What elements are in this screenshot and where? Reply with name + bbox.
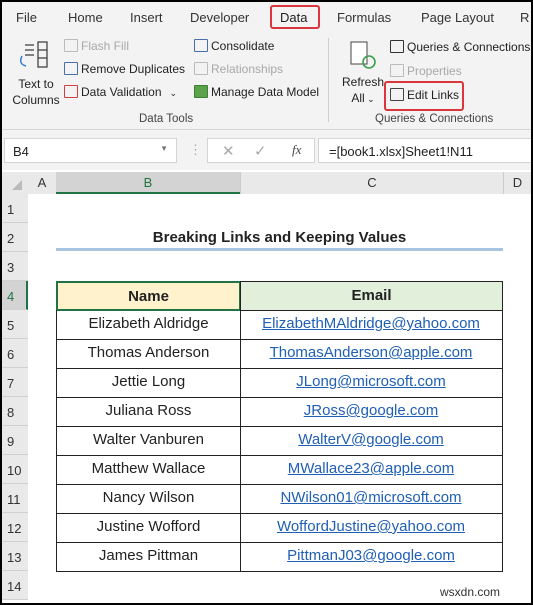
name-cell[interactable]: Elizabeth Aldridge [56, 310, 241, 340]
flash-fill-button[interactable]: Flash Fill [64, 39, 129, 53]
remove-duplicates-button[interactable]: Remove Duplicates [64, 62, 185, 76]
tab-home[interactable]: Home [68, 10, 103, 25]
row-header-10[interactable]: 10 [2, 455, 28, 484]
row-header-2[interactable]: 2 [2, 223, 28, 252]
relationships-icon [194, 62, 208, 75]
email-link[interactable]: ThomasAnderson@apple.com [270, 344, 473, 361]
email-cell[interactable]: ElizabethMAldridge@yahoo.com [240, 310, 503, 340]
column-header-d[interactable]: D [503, 172, 531, 194]
name-cell[interactable]: Justine Wofford [56, 513, 241, 543]
title-underline [56, 248, 503, 251]
relationships-button[interactable]: Relationships [194, 62, 283, 76]
email-cell[interactable]: WalterV@google.com [240, 426, 503, 456]
cancel-icon[interactable]: ✕ [222, 142, 235, 160]
name-box[interactable]: B4 ▼ [4, 138, 177, 163]
tab-insert[interactable]: Insert [130, 10, 163, 25]
queries-icon [390, 40, 404, 53]
data-validation-icon [64, 85, 78, 98]
formula-buttons: ✕ ✓ fx [207, 138, 315, 163]
watermark: wsxdn.com [440, 585, 501, 599]
email-link[interactable]: JLong@microsoft.com [296, 373, 445, 390]
formula-bar-area: B4 ▼ ⋮ ✕ ✓ fx =[book1.xlsx]Sheet1!N11 [2, 130, 531, 170]
chevron-down-icon: ⌄ [169, 88, 178, 98]
email-cell[interactable]: WoffordJustine@yahoo.com [240, 513, 503, 543]
data-validation-button[interactable]: Data Validation ⌄ [64, 85, 177, 99]
email-cell[interactable]: ThomasAnderson@apple.com [240, 339, 503, 369]
email-cell[interactable]: MWallace23@apple.com [240, 455, 503, 485]
column-header-a[interactable]: A [28, 172, 56, 194]
tab-page-layout[interactable]: Page Layout [421, 10, 494, 25]
ribbon-tabs: File Home Insert Developer Data Formulas… [2, 2, 531, 34]
properties-button[interactable]: Properties [390, 64, 462, 78]
row-header-14[interactable]: 14 [2, 571, 28, 600]
row-header-4[interactable]: 4 [2, 281, 28, 310]
column-header-c[interactable]: C [240, 172, 503, 194]
text-to-columns-button[interactable]: Text to Columns [10, 76, 62, 108]
edit-links-highlight [384, 81, 464, 111]
row-header-3[interactable]: 3 [2, 252, 28, 281]
function-icon[interactable]: fx [292, 142, 301, 158]
name-cell[interactable]: Jettie Long [56, 368, 241, 398]
name-cell[interactable]: Thomas Anderson [56, 339, 241, 369]
tab-data-highlight [270, 5, 320, 29]
email-link[interactable]: NWilson01@microsoft.com [280, 489, 461, 506]
data-model-icon [194, 85, 208, 98]
name-cell[interactable]: Walter Vanburen [56, 426, 241, 456]
tab-developer[interactable]: Developer [190, 10, 249, 25]
select-all-button[interactable] [2, 172, 28, 194]
name-cell[interactable]: Matthew Wallace [56, 455, 241, 485]
remove-duplicates-icon [64, 62, 78, 75]
email-link[interactable]: PittmanJ03@google.com [287, 547, 455, 564]
row-header-8[interactable]: 8 [2, 397, 28, 426]
data-tools-group-label: Data Tools [139, 113, 194, 125]
row-header-7[interactable]: 7 [2, 368, 28, 397]
email-link[interactable]: ElizabethMAldridge@yahoo.com [262, 315, 480, 332]
name-cell[interactable]: Nancy Wilson [56, 484, 241, 514]
email-cell[interactable]: NWilson01@microsoft.com [240, 484, 503, 514]
column-header-b[interactable]: B [56, 172, 240, 194]
enter-icon[interactable]: ✓ [254, 142, 267, 160]
row-header-1[interactable]: 1 [2, 194, 28, 223]
row-header-5[interactable]: 5 [2, 310, 28, 339]
email-link[interactable]: WoffordJustine@yahoo.com [277, 518, 465, 535]
row-header-6[interactable]: 6 [2, 339, 28, 368]
refresh-all-button[interactable]: Refresh All ⌄ [342, 74, 384, 107]
header-name-cell[interactable]: Name [56, 281, 241, 311]
email-link[interactable]: WalterV@google.com [298, 431, 444, 448]
more-icon: ⋮ [189, 142, 202, 157]
email-cell[interactable]: PittmanJ03@google.com [240, 542, 503, 572]
consolidate-icon [194, 39, 208, 52]
name-cell[interactable]: James Pittman [56, 542, 241, 572]
properties-icon [390, 64, 404, 77]
manage-data-model-button[interactable]: Manage Data Model [194, 85, 319, 99]
row-header-12[interactable]: 12 [2, 513, 28, 542]
row-header-13[interactable]: 13 [2, 542, 28, 571]
queries-connections-button[interactable]: Queries & Connections [390, 40, 530, 54]
name-cell[interactable]: Juliana Ross [56, 397, 241, 427]
tab-formulas[interactable]: Formulas [337, 10, 391, 25]
row-header-9[interactable]: 9 [2, 426, 28, 455]
consolidate-button[interactable]: Consolidate [194, 39, 274, 53]
text-to-columns-icon [16, 40, 52, 74]
text-to-columns-label: Text to Columns [12, 77, 60, 107]
row-header-11[interactable]: 11 [2, 484, 28, 513]
dropdown-icon: ▼ [160, 144, 168, 153]
header-email-cell[interactable]: Email [240, 281, 503, 311]
flash-fill-icon [64, 39, 78, 52]
email-cell[interactable]: JRoss@google.com [240, 397, 503, 427]
formula-input[interactable]: =[book1.xlsx]Sheet1!N11 [318, 138, 531, 163]
email-link[interactable]: MWallace23@apple.com [288, 460, 454, 477]
email-link[interactable]: JRoss@google.com [304, 402, 438, 419]
email-cell[interactable]: JLong@microsoft.com [240, 368, 503, 398]
refresh-icon [348, 40, 378, 72]
group-divider [328, 38, 329, 122]
queries-group-label: Queries & Connections [375, 113, 494, 125]
tab-more[interactable]: R [520, 10, 529, 25]
tab-file[interactable]: File [16, 10, 37, 25]
ribbon: Text to Columns Flash Fill Remove Duplic… [2, 32, 531, 130]
